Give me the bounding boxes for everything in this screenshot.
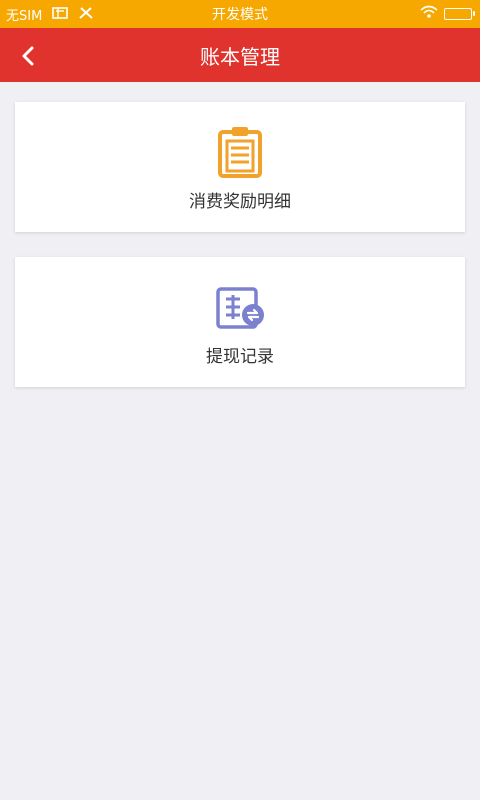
developer-mode-text: 开发模式 bbox=[212, 7, 268, 23]
card-label: 消费奖励明细 bbox=[189, 192, 291, 212]
battery-icon bbox=[444, 8, 475, 20]
clipboard-icon bbox=[218, 127, 262, 178]
wifi-icon bbox=[420, 5, 438, 23]
page-title: 账本管理 bbox=[200, 45, 280, 69]
withdraw-record-icon bbox=[216, 287, 264, 329]
navigation-bar: 账本管理 bbox=[0, 28, 480, 82]
card-label: 提现记录 bbox=[206, 347, 274, 367]
withdrawal-record-card[interactable]: 提现记录 bbox=[15, 257, 465, 387]
status-bar: 无SIM 开发模式 bbox=[0, 0, 480, 28]
consumption-reward-detail-card[interactable]: 消费奖励明细 bbox=[15, 102, 465, 232]
